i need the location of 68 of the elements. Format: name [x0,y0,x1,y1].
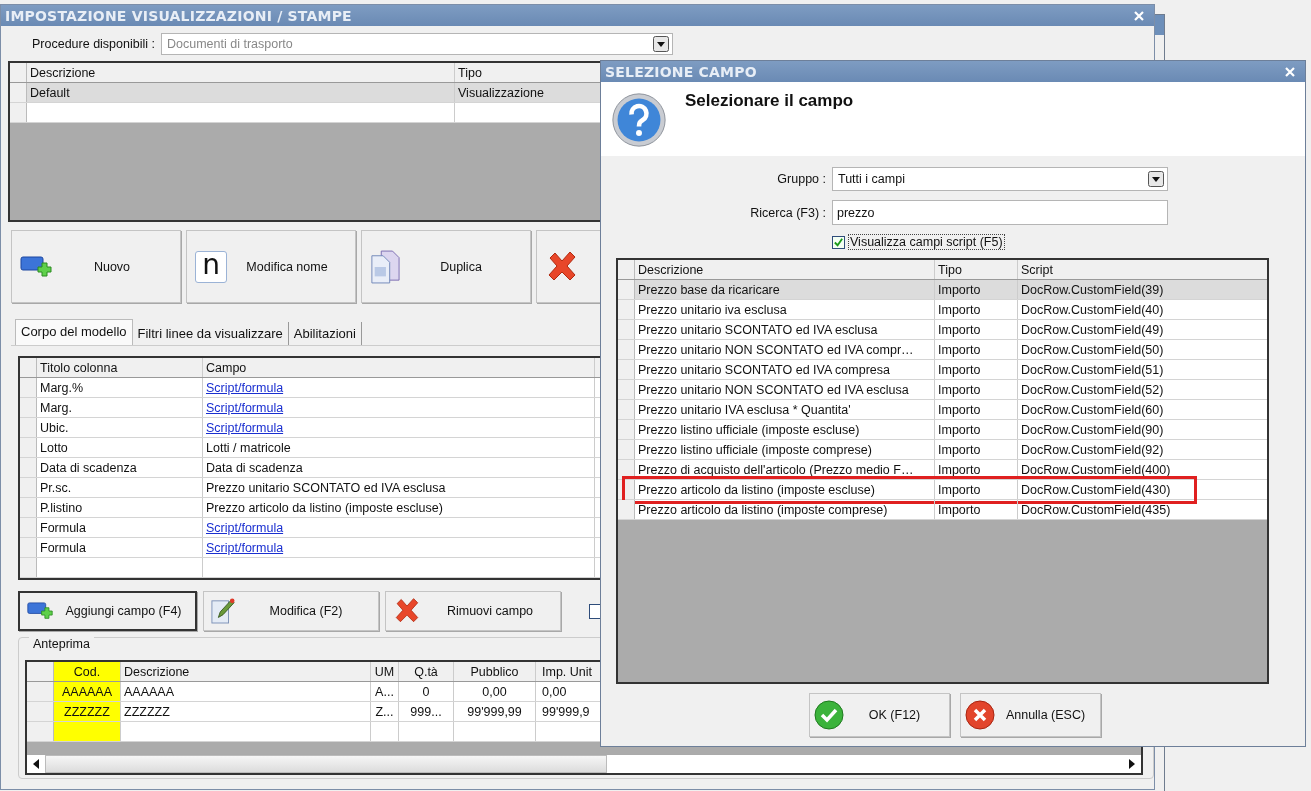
table-cell: DocRow.CustomField(435) [1021,502,1171,517]
table-cell: Prezzo unitario SCONTATO ed IVA compresa [638,362,890,377]
table-cell: AAAAAA [121,682,371,701]
table-cell: Visualizzazione [458,85,544,100]
table-cell: Importo [938,382,981,397]
table-cell: Prezzo listino ufficiale (imposte escluse) [638,422,860,437]
table-cell: Prezzo unitario NON SCONTATO ed IVA esclusa [638,382,909,397]
procedure-label: Procedure disponibili : [32,37,155,51]
table-cell: Importo [938,422,981,437]
table-cell: Importo [938,442,981,457]
table-cell: DocRow.CustomField(430) [1021,482,1171,497]
table-cell: Lotti / matricole [206,440,291,455]
table-cell: Ubic. [40,420,69,435]
table-cell: DocRow.CustomField(40) [1021,302,1164,317]
table-cell: DocRow.CustomField(39) [1021,282,1164,297]
table-cell: Prezzo unitario NON SCONTATO ed IVA compr… [638,342,914,357]
table-cell: Marg. [40,400,72,415]
table-cell: 0,00 [454,682,536,701]
table-cell: AAAAAA [54,682,121,701]
table-cell: Lotto [40,440,68,455]
group-label: Gruppo : [776,172,827,186]
table-cell: Prezzo unitario SCONTATO ed IVA esclusa [206,480,446,495]
table-cell: 99'999,99 [454,702,536,721]
table-cell: Prezzo unitario IVA esclusa * Quantita' [638,402,851,417]
table-cell: P.listino [40,500,83,515]
table-cell: ZZZZZZ [54,702,121,721]
table-cell: Formula [40,520,86,535]
table-cell: Prezzo unitario iva esclusa [638,302,787,317]
table-cell: Importo [938,502,981,517]
table-cell: Importo [938,482,981,497]
table-cell: DocRow.CustomField(50) [1021,342,1164,357]
table-cell: Importo [938,322,981,337]
table-cell: ZZZZZZ [121,702,371,721]
table-cell: 999... [399,702,454,721]
table-cell: Prezzo unitario SCONTATO ed IVA esclusa [638,322,878,337]
dialog-title: SELEZIONE CAMPO [605,63,757,80]
table-cell: Importo [938,342,981,357]
letter-n-icon: n [195,250,227,283]
table-cell: DocRow.CustomField(90) [1021,422,1164,437]
table-cell: DocRow.CustomField(51) [1021,362,1164,377]
search-label: Ricerca (F3) : [749,205,827,220]
table-cell: Prezzo di acquisto dell'articolo (Prezzo medio F… [638,462,914,477]
table-cell: DocRow.CustomField(92) [1021,442,1164,457]
table-cell: DocRow.CustomField(400) [1021,462,1171,477]
table-cell: A... [371,682,399,701]
table-cell: Marg.% [40,380,84,395]
table-cell: DocRow.CustomField(52) [1021,382,1164,397]
table-cell: Z... [371,702,399,721]
table-cell: DocRow.CustomField(60) [1021,402,1164,417]
table-cell: Importo [938,362,981,377]
table-cell: Prezzo base da ricaricare [638,282,780,297]
table-cell: Prezzo articolo da listino (imposte escluse) [206,500,443,515]
table-cell: Prezzo listino ufficiale (imposte comprese) [638,442,872,457]
table-cell: DocRow.CustomField(49) [1021,322,1164,337]
table-cell: Formula [40,540,86,555]
table-cell: Data di scadenza [206,460,303,475]
table-cell: Importo [938,402,981,417]
table-cell: 0 [399,682,454,701]
group-title: Anteprima [29,637,94,651]
table-cell: Prezzo articolo da listino (imposte escluse) [638,482,875,497]
table-cell: Importo [938,462,981,477]
table-cell: Prezzo articolo da listino (imposte comprese) [638,502,888,517]
table-cell: Data di scadenza [40,460,137,475]
table-cell: Importo [938,282,981,297]
table-cell: Default [30,85,70,100]
table-cell: Importo [938,302,981,317]
table-cell: Pr.sc. [40,480,72,495]
window-title: IMPOSTAZIONE VISUALIZZAZIONI / STAMPE [5,7,352,24]
